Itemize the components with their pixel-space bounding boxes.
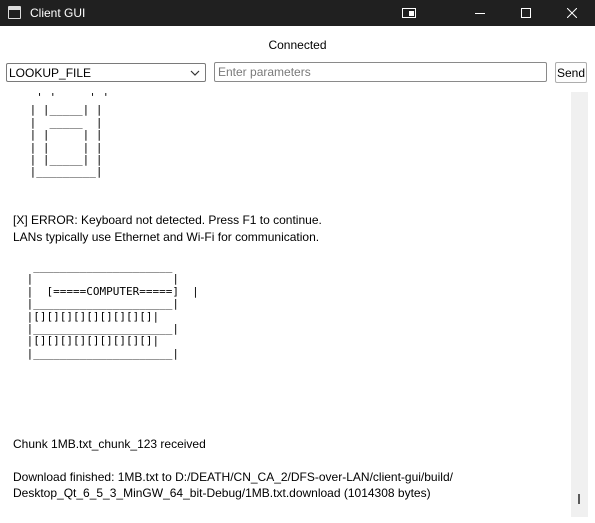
ascii-art-pc-line: | |_____| | — [23, 103, 103, 117]
ascii-art-computer-line: | | — [20, 272, 179, 286]
minimize-button[interactable] — [457, 0, 503, 26]
snap-layout-button[interactable] — [386, 0, 432, 26]
ascii-art-pc: ' ' ' ' | |_____| | | _____ | | | | | | … — [23, 92, 109, 179]
send-button[interactable]: Send — [555, 62, 587, 83]
connection-status: Connected — [268, 38, 327, 52]
ascii-art-computer: _____________________ | | | [=====COMPUT… — [20, 260, 199, 360]
info-message: LANs typically use Ethernet and Wi-Fi fo… — [13, 230, 320, 244]
download-message-line-1: Download finished: 1MB.txt to D:/DEATH/C… — [13, 470, 453, 484]
maximize-icon — [521, 8, 531, 18]
snap-layout-icon — [402, 8, 416, 18]
ascii-art-computer-line: |[][][][][][][][][]| — [20, 334, 160, 348]
close-icon — [567, 8, 577, 18]
chevron-down-icon — [190, 70, 200, 76]
command-select[interactable]: LOOKUP_FILE — [6, 63, 206, 82]
error-message: [X] ERROR: Keyboard not detected. Press … — [13, 213, 322, 227]
ascii-art-computer-line: |_____________________| — [20, 346, 179, 360]
vertical-scrollbar[interactable] — [571, 92, 588, 517]
window-title: Client GUI — [30, 6, 86, 20]
title-bar: Client GUI — [0, 0, 595, 26]
maximize-button[interactable] — [503, 0, 549, 26]
output-log[interactable]: ' ' ' ' | |_____| | | _____ | | | | | | … — [6, 92, 571, 517]
parameters-input[interactable] — [214, 62, 547, 82]
scrollbar-thumb[interactable] — [578, 494, 580, 504]
close-button[interactable] — [549, 0, 595, 26]
minimize-icon — [475, 13, 485, 14]
ascii-art-computer-line: |_____________________| — [20, 297, 179, 311]
window-icon — [8, 6, 21, 19]
download-message-line-2: Desktop_Qt_6_5_3_MinGW_64_bit-Debug/1MB.… — [13, 486, 431, 500]
ascii-art-pc-line: | | | | — [23, 128, 103, 142]
command-select-value: LOOKUP_FILE — [9, 66, 92, 80]
chunk-message: Chunk 1MB.txt_chunk_123 received — [13, 437, 206, 451]
ascii-art-pc-line: |_________| — [23, 165, 103, 179]
